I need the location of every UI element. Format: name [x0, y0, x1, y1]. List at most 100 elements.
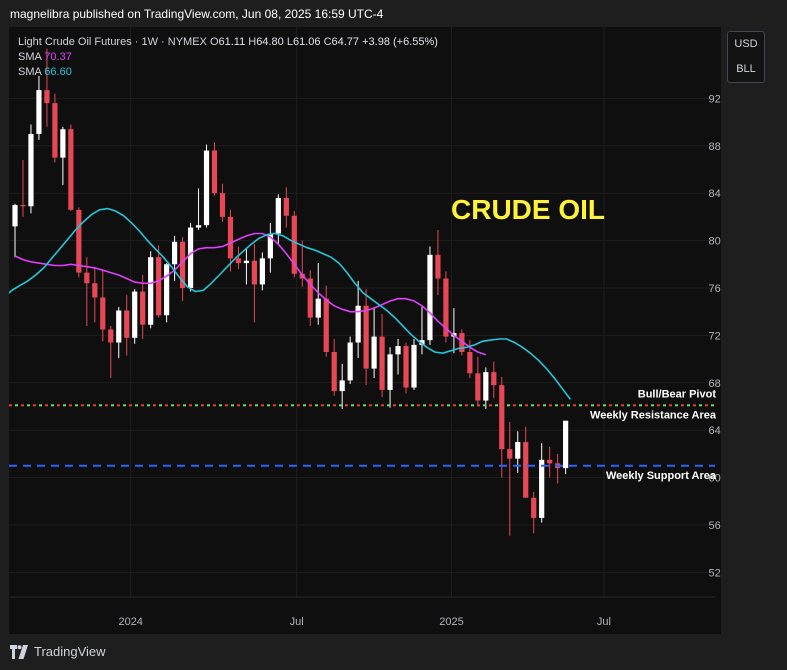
- candle-body[interactable]: [483, 372, 489, 401]
- legend-change: +3.98 (+6.55%): [362, 36, 438, 48]
- chart-area[interactable]: 52.0056.0060.0064.0068.0072.0076.0080.00…: [9, 27, 721, 634]
- candle-body[interactable]: [491, 372, 497, 386]
- unit-label[interactable]: BLL: [728, 57, 764, 82]
- chart-frame: magnelibra published on TradingView.com,…: [0, 0, 787, 670]
- candle-body[interactable]: [283, 197, 289, 216]
- candle-body[interactable]: [76, 209, 82, 273]
- candle-body[interactable]: [531, 497, 537, 518]
- candle-body[interactable]: [203, 150, 210, 226]
- candle-body[interactable]: [164, 264, 170, 316]
- footer-brand-text: TradingView: [34, 644, 106, 659]
- price-chart[interactable]: 52.0056.0060.0064.0068.0072.0076.0080.00…: [9, 27, 721, 634]
- candle-body[interactable]: [44, 90, 50, 104]
- legend: Light Crude Oil Futures · 1W · NYMEX O61…: [18, 35, 438, 80]
- candle-body[interactable]: [148, 257, 154, 325]
- candle-body[interactable]: [387, 354, 393, 390]
- legend-high-value: 64.80: [256, 36, 284, 48]
- currency-unit-box[interactable]: USD BLL: [727, 31, 765, 83]
- candle-body[interactable]: [108, 329, 114, 343]
- x-tick-label: 2025: [439, 616, 463, 628]
- candle-body[interactable]: [20, 205, 26, 207]
- pivot-label: Bull/Bear Pivot: [638, 388, 717, 400]
- x-tick-label: Jul: [597, 616, 611, 628]
- candle-body[interactable]: [363, 305, 369, 369]
- candle-body[interactable]: [259, 258, 265, 285]
- legend-open-label: O: [209, 36, 219, 48]
- candle-body[interactable]: [28, 133, 34, 207]
- candle-body[interactable]: [235, 258, 242, 264]
- candle-body[interactable]: [187, 227, 194, 288]
- candle-body[interactable]: [523, 442, 529, 498]
- x-tick-label: 2024: [118, 616, 142, 628]
- legend-close-value: 64.77: [331, 36, 360, 48]
- y-tick-label: 88.00: [708, 141, 721, 153]
- legend-sma-fast-value: 66.60: [44, 66, 72, 78]
- candle-body[interactable]: [124, 310, 130, 338]
- candle-body[interactable]: [371, 336, 377, 369]
- y-tick-label: 64.00: [708, 425, 721, 437]
- candle-body[interactable]: [379, 336, 385, 390]
- candle-body[interactable]: [156, 257, 162, 316]
- candle-body[interactable]: [515, 442, 521, 459]
- candle-body[interactable]: [52, 103, 58, 158]
- candle-body[interactable]: [539, 459, 545, 518]
- candle-body[interactable]: [315, 298, 321, 318]
- candle-body[interactable]: [563, 420, 569, 469]
- candle-body[interactable]: [172, 241, 178, 265]
- candle-body[interactable]: [211, 150, 218, 194]
- candle-body[interactable]: [36, 90, 42, 134]
- candle-body[interactable]: [347, 342, 353, 381]
- candle-body[interactable]: [12, 205, 18, 227]
- y-tick-label: 72.00: [708, 330, 721, 342]
- legend-sma-slow-value: 70.37: [44, 51, 72, 63]
- support-label: Weekly Support Area: [606, 470, 717, 482]
- candle-body[interactable]: [68, 129, 74, 210]
- candle-body[interactable]: [411, 344, 417, 388]
- candle-body[interactable]: [227, 216, 234, 259]
- legend-ohlc-row: Light Crude Oil Futures · 1W · NYMEX O61…: [18, 35, 438, 50]
- y-tick-label: 56.00: [708, 520, 721, 532]
- sma-slow-line[interactable]: [14, 232, 487, 356]
- candle-body[interactable]: [499, 385, 505, 450]
- candle-body[interactable]: [323, 298, 329, 352]
- legend-open-value: 61.11: [218, 36, 246, 48]
- candle-body[interactable]: [467, 351, 473, 374]
- candle-body[interactable]: [403, 346, 409, 388]
- y-tick-label: 52.00: [708, 567, 721, 579]
- y-tick-label: 76.00: [708, 283, 721, 295]
- candle-body[interactable]: [251, 260, 257, 285]
- candle-body[interactable]: [116, 310, 122, 343]
- candle-body[interactable]: [140, 291, 146, 325]
- candle-body[interactable]: [427, 254, 433, 341]
- y-tick-label: 80.00: [708, 236, 721, 248]
- candle-body[interactable]: [275, 197, 281, 234]
- publisher-line: magnelibra published on TradingView.com,…: [10, 7, 384, 21]
- legend-low-value: 61.06: [292, 36, 321, 48]
- legend-sma-fast-label: SMA: [18, 66, 42, 78]
- legend-sma-fast-row[interactable]: SMA 66.60: [18, 65, 438, 80]
- legend-symbol[interactable]: Light Crude Oil Futures · 1W · NYMEX: [18, 36, 207, 48]
- y-tick-label: 92.00: [708, 93, 721, 105]
- candle-body[interactable]: [219, 193, 226, 217]
- footer-brand[interactable]: TradingView: [10, 644, 106, 659]
- candle-body[interactable]: [60, 129, 66, 158]
- legend-sma-slow-row[interactable]: SMA 70.37: [18, 50, 438, 65]
- candle-body[interactable]: [339, 380, 345, 392]
- candle-body[interactable]: [100, 297, 106, 330]
- legend-close-label: C: [323, 36, 332, 48]
- x-tick-label: Jul: [290, 616, 304, 628]
- candle-body[interactable]: [395, 346, 401, 355]
- candle-body[interactable]: [243, 260, 250, 264]
- candle-body[interactable]: [132, 291, 138, 338]
- candle-body[interactable]: [84, 272, 90, 284]
- candle-body[interactable]: [547, 459, 553, 464]
- tradingview-logo-icon: [10, 644, 28, 659]
- candle-body[interactable]: [475, 373, 481, 401]
- currency-label[interactable]: USD: [728, 32, 764, 57]
- candle-body[interactable]: [195, 225, 202, 228]
- legend-sma-slow-label: SMA: [18, 51, 42, 63]
- candle-body[interactable]: [507, 449, 513, 459]
- candle-body[interactable]: [435, 254, 441, 279]
- candle-body[interactable]: [92, 283, 98, 298]
- candle-body[interactable]: [331, 351, 337, 392]
